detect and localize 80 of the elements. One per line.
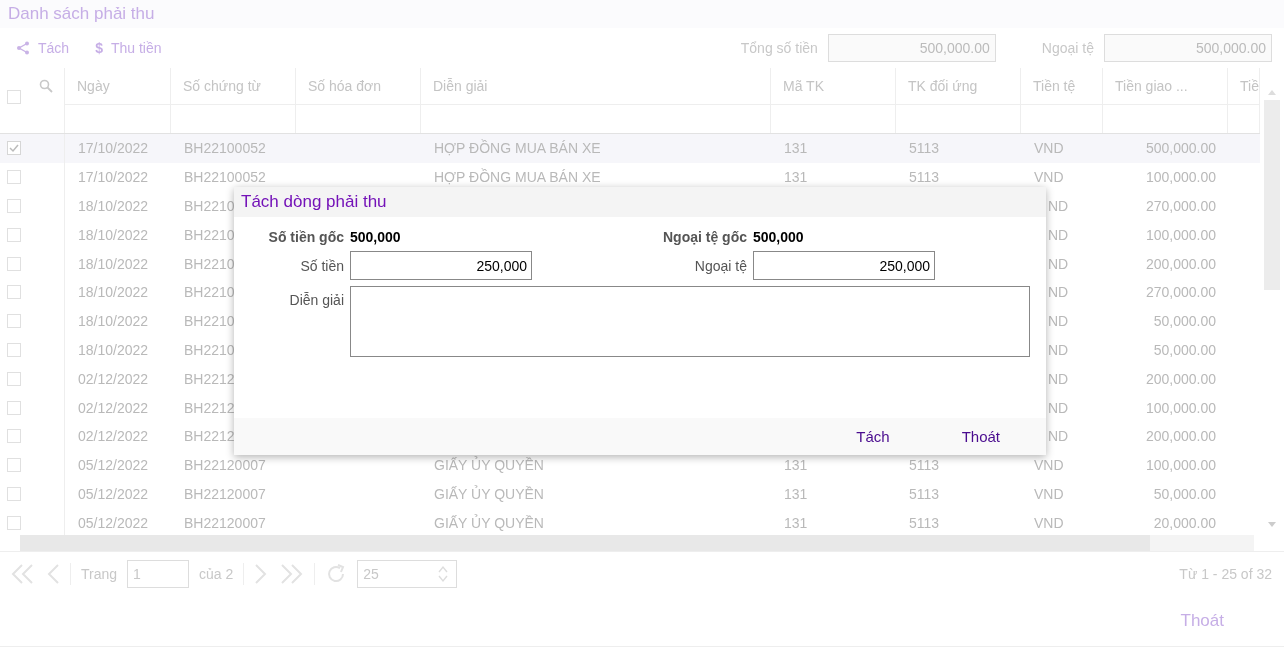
table-cell: ND [1048, 370, 1069, 387]
table-cell: ND [1048, 341, 1069, 358]
table-cell: 100,000.00 [1145, 457, 1216, 474]
table-cell: VND [1034, 485, 1064, 502]
table-cell: VND [1034, 169, 1064, 186]
table-cell: 131 [784, 485, 808, 502]
table-cell: ND [1048, 313, 1069, 330]
table-cell: 02/12/2022 [78, 399, 149, 416]
table-cell: 18/10/2022 [78, 284, 149, 301]
table-cell: 100,000.00 [1145, 169, 1216, 186]
table-cell: 100,000.00 [1145, 399, 1216, 416]
table-cell: HỢP ĐỒNG MUA BÁN XE [434, 169, 601, 186]
table-cell: 05/12/2022 [78, 514, 149, 531]
table-cell: 500,000.00 [1145, 140, 1216, 157]
field-label: Diễn giải [288, 291, 345, 308]
page-title: Danh sách phải thu [8, 4, 155, 24]
table-cell: 131 [784, 169, 808, 186]
table-cell: 18/10/2022 [78, 341, 149, 358]
table-cell: 131 [784, 514, 808, 531]
table-cell: 02/12/2022 [78, 428, 149, 445]
table-cell: 50,000.00 [1153, 341, 1216, 358]
table-cell: BH2210 [184, 226, 235, 243]
table-cell: BH22100052 [184, 169, 266, 186]
table-cell: 5113 [909, 485, 940, 502]
field-label: Số tiền [299, 257, 345, 274]
table-cell: 50,000.00 [1153, 485, 1216, 502]
table-cell: ND [1048, 399, 1069, 416]
table-cell: 05/12/2022 [78, 457, 149, 474]
table-cell: 18/10/2022 [78, 198, 149, 214]
table-cell: GIẤY ỦY QUYỀN [434, 485, 544, 502]
table-cell: VND [1034, 140, 1064, 157]
field-label: Số tiền gốc [267, 229, 345, 245]
table-cell: GIẤY ỦY QUYỀN [434, 514, 544, 531]
table-cell: BH2210 [184, 198, 235, 214]
table-cell: ND [1048, 428, 1069, 445]
table-cell: 18/10/2022 [78, 226, 149, 243]
table-cell: 5113 [909, 514, 940, 531]
table-cell: 100,000.00 [1145, 226, 1216, 243]
table-cell: BH22120007 [184, 485, 266, 502]
table-cell: VND [1034, 457, 1064, 474]
table-cell: 50,000.00 [1153, 313, 1216, 330]
table-cell: BH22120007 [184, 457, 266, 474]
table-cell: 05/12/2022 [78, 485, 149, 502]
table-cell: BH2212 [184, 370, 235, 387]
table-cell: BH22120007 [184, 514, 266, 531]
table-cell: VND [1034, 514, 1064, 531]
table-cell: 5113 [909, 457, 940, 474]
table-cell: 270,000.00 [1145, 284, 1216, 301]
table-cell: ND [1048, 198, 1069, 214]
table-cell: 17/10/2022 [78, 140, 149, 157]
table-cell: 17/10/2022 [78, 169, 149, 186]
table-cell: BH2212 [184, 399, 235, 416]
table-cell: ND [1048, 255, 1069, 272]
table-cell: BH22100052 [184, 140, 266, 157]
table-cell: HỢP ĐỒNG MUA BÁN XE [434, 140, 601, 157]
field-label: Ngoại tệ gốc [662, 229, 748, 245]
table-cell: BH2210 [184, 313, 235, 330]
table-cell: 20,000.00 [1153, 514, 1216, 531]
table-cell: 131 [784, 140, 808, 157]
table-cell: 200,000.00 [1145, 428, 1216, 445]
table-cell: 18/10/2022 [78, 255, 149, 272]
table-cell: BH2212 [184, 428, 235, 445]
table-cell: 200,000.00 [1145, 255, 1216, 272]
table-cell: BH2210 [184, 255, 235, 272]
table-cell: 02/12/2022 [78, 370, 149, 387]
table-cell: 131 [784, 457, 808, 474]
table-cell: BH2210 [184, 341, 235, 358]
field-value: 500,000 [350, 229, 401, 245]
table-cell: ND [1048, 226, 1069, 243]
table-cell: 5113 [909, 169, 940, 186]
table-cell: 200,000.00 [1145, 370, 1216, 387]
dialog-title: Tách dòng phải thu [241, 192, 387, 212]
table-cell: 18/10/2022 [78, 313, 149, 330]
table-cell: 5113 [909, 140, 940, 157]
table-cell: ND [1048, 284, 1069, 301]
table-cell: GIẤY ỦY QUYỀN [434, 457, 544, 474]
field-value: 500,000 [753, 229, 804, 245]
table-cell: BH2210 [184, 284, 235, 301]
table-cell: 270,000.00 [1145, 198, 1216, 214]
field-label: Ngoại tệ [693, 257, 748, 274]
